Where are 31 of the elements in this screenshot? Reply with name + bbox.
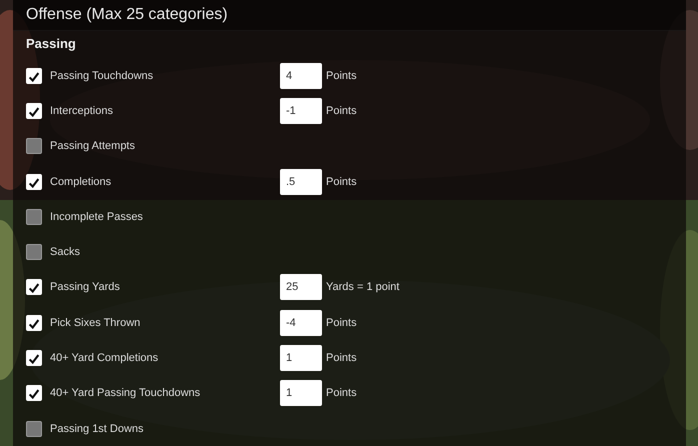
points-field[interactable]: -1 bbox=[280, 98, 322, 124]
points-field[interactable]: 25 bbox=[280, 274, 322, 300]
category-label: Interceptions bbox=[50, 104, 114, 117]
checkbox[interactable] bbox=[26, 244, 42, 260]
unit-label: Yards = 1 point bbox=[326, 281, 400, 294]
category-label: 40+ Yard Passing Touchdowns bbox=[50, 387, 202, 400]
group-heading: Passing bbox=[25, 35, 77, 53]
unit-label: Points bbox=[326, 352, 357, 364]
points-field[interactable]: 1 bbox=[280, 345, 322, 372]
unit-label: Points bbox=[326, 70, 357, 82]
unit-label: Points bbox=[326, 176, 357, 188]
category-label: 40+ Yard Completions bbox=[50, 352, 160, 364]
unit-label: Points bbox=[326, 387, 357, 400]
category-label: Incomplete Passes bbox=[50, 210, 144, 223]
category-label: Completions bbox=[50, 176, 112, 188]
checkbox[interactable] bbox=[26, 138, 42, 154]
category-label: Sacks bbox=[50, 246, 81, 258]
unit-label: Points bbox=[326, 316, 357, 329]
section-heading: Offense (Max 25 categories) bbox=[26, 6, 228, 24]
category-label: Passing Attempts bbox=[50, 140, 136, 152]
points-field[interactable]: 4 bbox=[280, 62, 322, 89]
category-label: Pick Sixes Thrown bbox=[50, 316, 142, 329]
points-field[interactable]: -4 bbox=[280, 310, 322, 336]
checkbox[interactable] bbox=[26, 420, 42, 437]
checkbox[interactable] bbox=[26, 208, 42, 225]
category-label: Passing 1st Downs bbox=[50, 422, 145, 435]
category-label: Passing Touchdowns bbox=[50, 70, 154, 82]
unit-label: Points bbox=[326, 104, 357, 117]
category-label: Passing Yards bbox=[50, 281, 121, 294]
points-field[interactable]: 1 bbox=[280, 380, 322, 406]
points-field[interactable]: .5 bbox=[280, 168, 322, 195]
